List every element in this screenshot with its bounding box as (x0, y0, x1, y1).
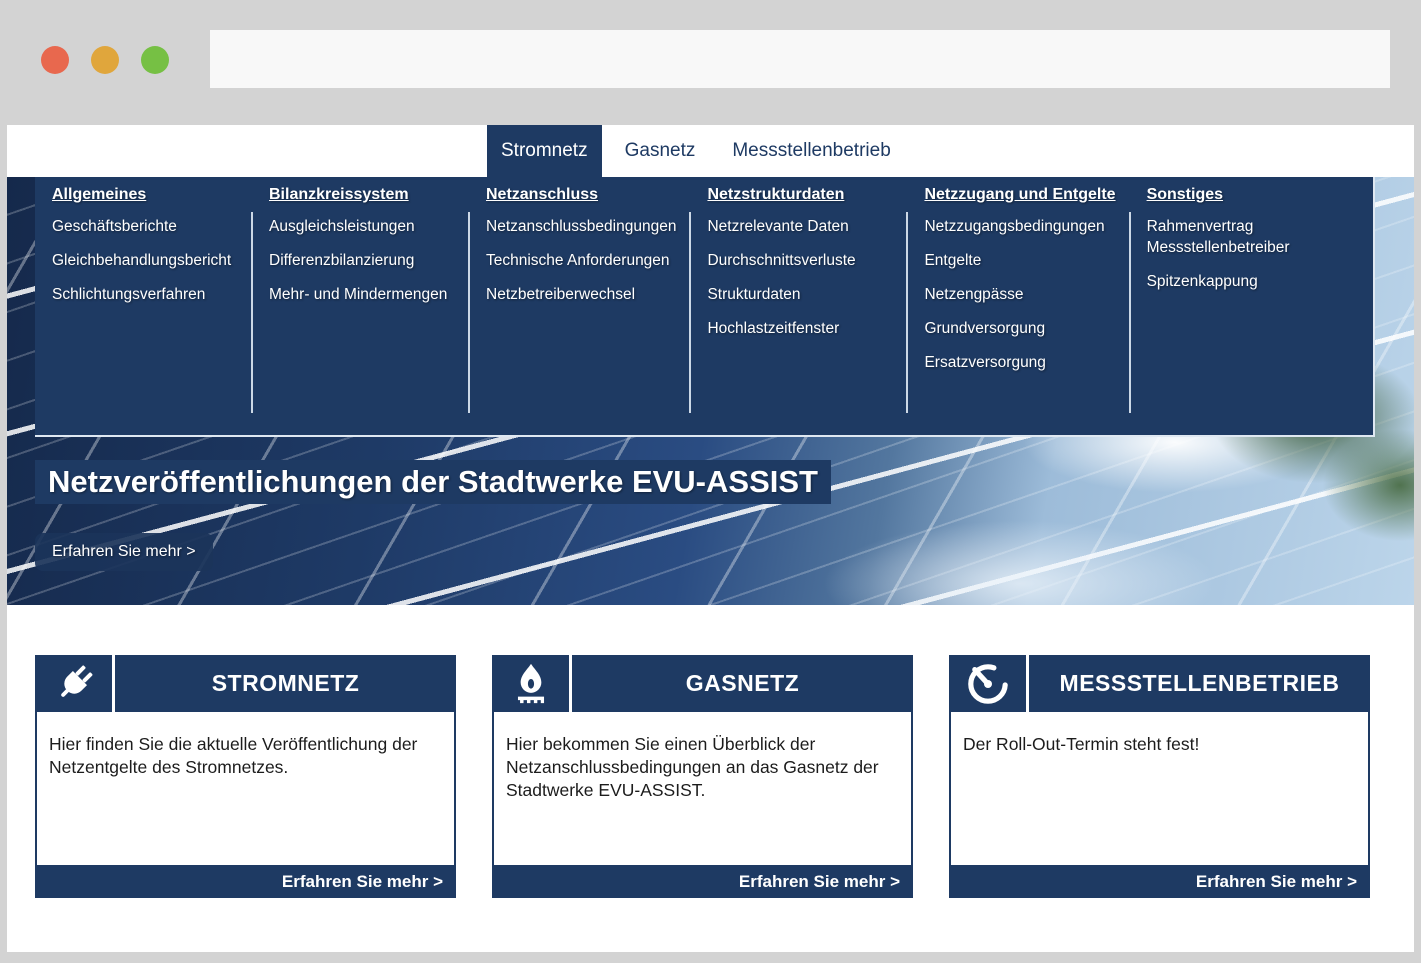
teaser-cards: STROMNETZ Hier finden Sie die aktuelle V… (7, 605, 1414, 952)
web-page: Stromnetz Gasnetz Messstellenbetrieb All… (7, 125, 1414, 952)
window-minimize-button[interactable] (91, 46, 119, 74)
card-messstellenbetrieb: MESSSTELLENBETRIEB Der Roll-Out-Termin s… (949, 655, 1370, 898)
menu-item[interactable]: Ausgleichsleistungen (269, 216, 455, 237)
menu-item[interactable]: Rahmenvertrag Messstellenbetreiber (1147, 216, 1333, 258)
card-stromnetz-link[interactable]: Erfahren Sie mehr > (35, 865, 456, 898)
menu-item[interactable]: Durchschnittsverluste (707, 250, 893, 271)
menu-item[interactable]: Netzzugangsbedingungen (924, 216, 1115, 237)
card-stromnetz: STROMNETZ Hier finden Sie die aktuelle V… (35, 655, 456, 898)
card-title: MESSSTELLENBETRIEB (1029, 655, 1370, 712)
menu-item[interactable]: Netzanschlussbedingungen (486, 216, 676, 237)
plug-icon (35, 655, 115, 712)
menu-item[interactable]: Netzbetreiberwechsel (486, 284, 676, 305)
hero-learn-more-button[interactable]: Erfahren Sie mehr > (35, 533, 213, 571)
card-gasnetz: GASNETZ Hier bekommen Sie einen Überblic… (492, 655, 913, 898)
window-zoom-button[interactable] (141, 46, 169, 74)
menu-column-sonstiges: Sonstiges Rahmenvertrag Messstellenbetre… (1130, 177, 1347, 435)
menu-item[interactable]: Gleichbehandlungsbericht (52, 250, 238, 271)
menu-column-netzanschluss: Netzanschluss Netzanschlussbedingungen T… (469, 177, 690, 435)
menu-item[interactable]: Schlichtungsverfahren (52, 284, 238, 305)
flame-icon (492, 655, 572, 712)
main-nav: Stromnetz Gasnetz Messstellenbetrieb (7, 125, 1414, 177)
menu-item[interactable]: Netzengpässe (924, 284, 1115, 305)
card-body-text: Hier bekommen Sie einen Überblick der Ne… (492, 712, 913, 865)
tab-stromnetz[interactable]: Stromnetz (487, 125, 602, 177)
hero-banner: Allgemeines Geschäftsberichte Gleichbeha… (7, 177, 1414, 605)
menu-column-netzzugang: Netzzugang und Entgelte Netzzugangsbedin… (907, 177, 1129, 435)
menu-item[interactable]: Netzrelevante Daten (707, 216, 893, 237)
card-body-text: Hier finden Sie die aktuelle Veröffentli… (35, 712, 456, 865)
menu-header-bilanzkreissystem[interactable]: Bilanzkreissystem (269, 186, 455, 204)
menu-item[interactable]: Spitzenkappung (1147, 271, 1333, 292)
tab-gasnetz[interactable]: Gasnetz (611, 125, 710, 177)
card-gasnetz-header: GASNETZ (492, 655, 913, 712)
menu-column-bilanzkreissystem: Bilanzkreissystem Ausgleichsleistungen D… (252, 177, 469, 435)
card-messstellenbetrieb-link[interactable]: Erfahren Sie mehr > (949, 865, 1370, 898)
gauge-icon (949, 655, 1029, 712)
menu-item[interactable]: Strukturdaten (707, 284, 893, 305)
menu-item[interactable]: Mehr- und Mindermengen (269, 284, 455, 305)
menu-item[interactable]: Ersatzversorgung (924, 352, 1115, 373)
menu-header-netzstrukturdaten[interactable]: Netzstrukturdaten (707, 186, 893, 204)
window-close-button[interactable] (41, 46, 69, 74)
card-stromnetz-header: STROMNETZ (35, 655, 456, 712)
card-body-text: Der Roll-Out-Termin steht fest! (949, 712, 1370, 865)
menu-header-sonstiges[interactable]: Sonstiges (1147, 186, 1333, 204)
menu-item[interactable]: Geschäftsberichte (52, 216, 238, 237)
card-title: GASNETZ (572, 655, 913, 712)
page-title: Netzveröffentlichungen der Stadtwerke EV… (35, 460, 831, 504)
menu-header-netzanschluss[interactable]: Netzanschluss (486, 186, 676, 204)
address-bar[interactable] (210, 30, 1390, 88)
tab-messstellenbetrieb[interactable]: Messstellenbetrieb (718, 125, 904, 177)
card-title: STROMNETZ (115, 655, 456, 712)
card-gasnetz-link[interactable]: Erfahren Sie mehr > (492, 865, 913, 898)
menu-column-allgemeines: Allgemeines Geschäftsberichte Gleichbeha… (35, 177, 252, 435)
menu-item[interactable]: Grundversorgung (924, 318, 1115, 339)
menu-header-allgemeines[interactable]: Allgemeines (52, 186, 238, 204)
menu-header-netzzugang[interactable]: Netzzugang und Entgelte (924, 186, 1115, 204)
menu-item[interactable]: Hochlastzeitfenster (707, 318, 893, 339)
menu-item[interactable]: Entgelte (924, 250, 1115, 271)
browser-chrome (0, 0, 1421, 125)
card-messstellenbetrieb-header: MESSSTELLENBETRIEB (949, 655, 1370, 712)
menu-column-netzstrukturdaten: Netzstrukturdaten Netzrelevante Daten Du… (690, 177, 907, 435)
menu-item[interactable]: Differenzbilanzierung (269, 250, 455, 271)
menu-item[interactable]: Technische Anforderungen (486, 250, 676, 271)
mega-menu: Allgemeines Geschäftsberichte Gleichbeha… (35, 177, 1375, 437)
